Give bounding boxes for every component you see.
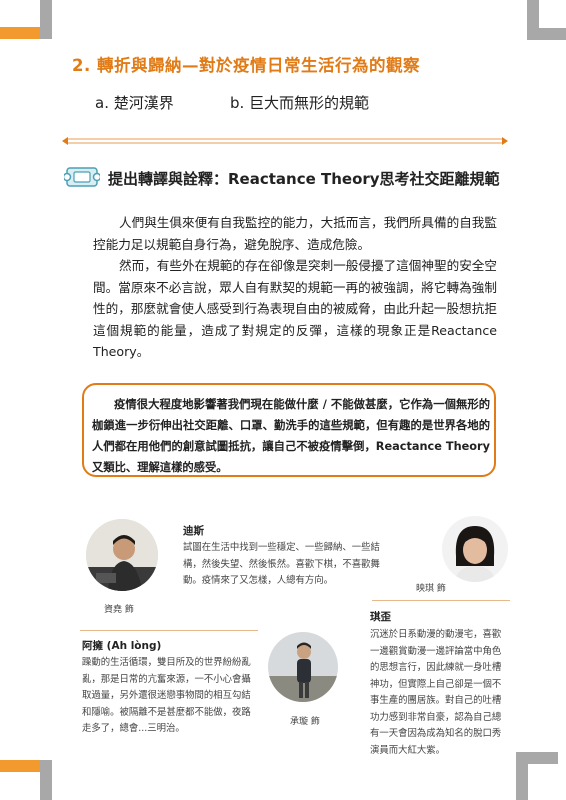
character-name-ah-long: 阿擁 (Ah lòng) [82,640,162,652]
character-name-qi-wai: 琪歪 [370,611,391,623]
body-paragraph-1: 人們與生俱來便有自我監控的能力，大抵而言，我們所具備的自我監控能力足以規範自身行… [93,215,497,252]
avatar-cheng-xuan [268,632,338,702]
sub-item-a: a. 楚河漢界 [95,94,174,112]
ticket-icon [64,167,100,187]
sub-item-b: b. 巨大而無形的規範 [230,94,370,112]
actor-label-zi-yao: 資堯 飾 [104,605,134,615]
quote-text: 疫情很大程度地影響著我們現在能做什麼 / 不能做甚麼，它作為一個無形的枷鎖進一步… [92,398,490,474]
character-desc-qi-wai: 沉迷於日系動漫的動漫宅，喜歡一邊觀賞動漫一邊評論當中角色的思想言行，因此練就一身… [370,629,502,756]
actor-label-ying-qi: 映琪 飾 [416,584,446,594]
corner-decoration-top-right-h [527,28,566,40]
character-desc-ah-long: 躁動的生活循環，雙目所及的世界紛紛亂亂，那是日常的亢奮來源，一不小心會攝取過量，… [82,657,251,734]
avatar-zi-yao [86,519,158,591]
divider-line-ying-qi [372,600,510,601]
corner-decoration-bottom-right-h [516,752,558,764]
character-desc-di-si: 試圖在生活中找到一些穩定、一些歸納、一些結構，然後失望、然後悵然。喜歡下棋，不喜… [183,542,380,586]
body-paragraph-2: 然而，有些外在規範的存在卻像是突刺一般侵擾了這個神聖的安全空間。當原來不必言說，… [93,258,497,359]
corner-decoration-bottom-left-gray [40,760,52,800]
actor-label-cheng-xuan: 承璇 飾 [290,717,320,727]
topic-title: 提出轉譯與詮釋：Reactance Theory思考社交距離規範 [108,170,500,188]
section-title: 2. 轉折與歸納—對於疫情日常生活行為的觀察 [72,56,420,75]
corner-decoration-top-left-gray [40,0,52,39]
ornamental-divider [62,137,508,145]
divider-line-ah-long [80,630,258,631]
character-name-di-si: 迪斯 [183,525,204,537]
avatar-ying-qi [442,516,508,582]
